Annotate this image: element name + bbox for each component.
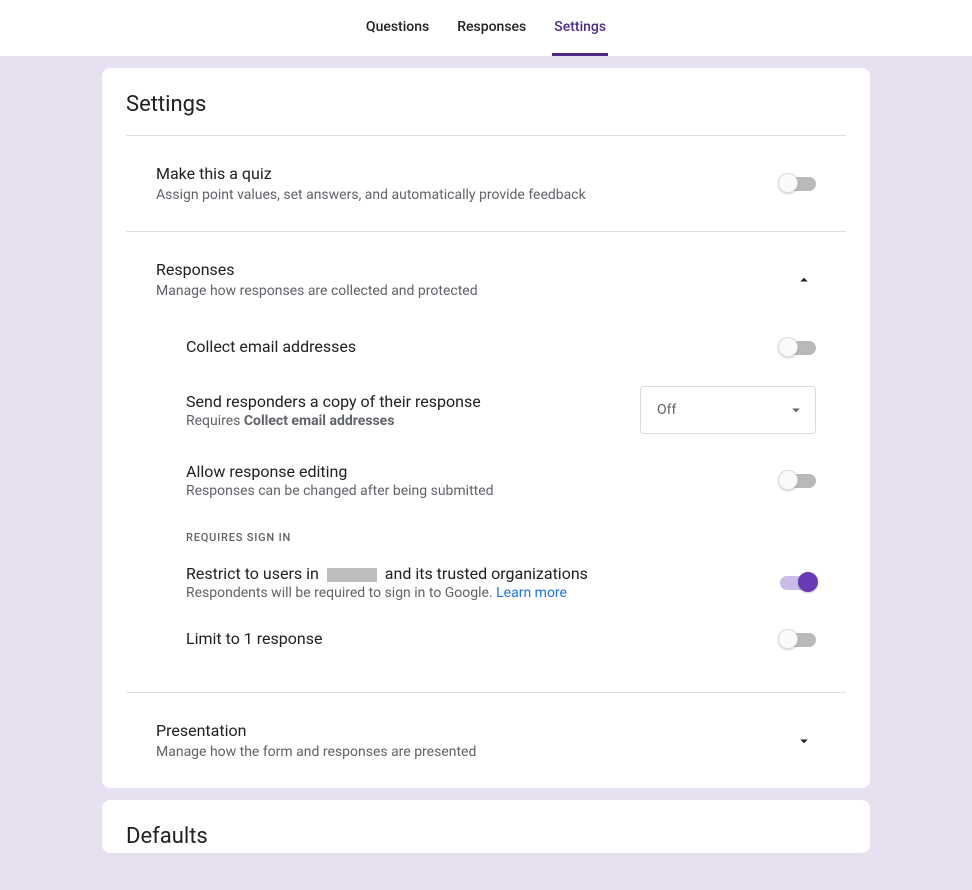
- row-send-copy: Send responders a copy of their response…: [186, 372, 816, 448]
- top-tab-bar: Questions Responses Settings: [0, 0, 972, 56]
- collect-email-toggle[interactable]: [780, 341, 816, 355]
- restrict-title: Restrict to users in and its trusted org…: [186, 564, 764, 583]
- requires-signin-label: REQUIRES SIGN IN: [186, 513, 816, 550]
- section-responses: Responses Manage how responses are colle…: [126, 232, 846, 693]
- row-limit: Limit to 1 response: [186, 615, 816, 664]
- presentation-expand-button[interactable]: [792, 729, 816, 753]
- send-copy-select-value: Off: [657, 402, 676, 418]
- tab-responses[interactable]: Responses: [455, 0, 528, 56]
- presentation-title: Presentation: [156, 721, 476, 740]
- section-quiz: Make this a quiz Assign point values, se…: [126, 136, 846, 232]
- allow-edit-sub: Responses can be changed after being sub…: [186, 483, 764, 499]
- org-redacted: [327, 568, 377, 582]
- collect-email-title: Collect email addresses: [186, 337, 764, 356]
- page-body: Settings Make this a quiz Assign point v…: [0, 56, 972, 890]
- row-allow-edit: Allow response editing Responses can be …: [186, 448, 816, 513]
- send-copy-select[interactable]: Off: [640, 386, 816, 434]
- responses-subtitle: Manage how responses are collected and p…: [156, 283, 478, 299]
- allow-edit-title: Allow response editing: [186, 462, 764, 481]
- learn-more-link[interactable]: Learn more: [496, 585, 567, 601]
- allow-edit-toggle[interactable]: [780, 474, 816, 488]
- responses-title: Responses: [156, 260, 478, 279]
- chevron-up-icon: [795, 271, 813, 289]
- row-collect-email: Collect email addresses: [186, 323, 816, 372]
- settings-card: Settings Make this a quiz Assign point v…: [102, 68, 870, 788]
- dropdown-icon: [787, 401, 805, 419]
- responses-collapse-button[interactable]: [792, 268, 816, 292]
- send-copy-sub: Requires Collect email addresses: [186, 413, 624, 429]
- restrict-sub: Respondents will be required to sign in …: [186, 585, 764, 601]
- row-restrict: Restrict to users in and its trusted org…: [186, 550, 816, 615]
- presentation-subtitle: Manage how the form and responses are pr…: [156, 744, 476, 760]
- defaults-title: Defaults: [126, 824, 846, 849]
- limit-title: Limit to 1 response: [186, 629, 764, 648]
- responses-body: Collect email addresses Send responders …: [126, 299, 846, 664]
- quiz-title: Make this a quiz: [156, 164, 586, 183]
- tab-questions[interactable]: Questions: [364, 0, 431, 56]
- tab-settings[interactable]: Settings: [552, 0, 608, 56]
- chevron-down-icon: [795, 732, 813, 750]
- defaults-card: Defaults: [102, 800, 870, 853]
- limit-toggle[interactable]: [780, 633, 816, 647]
- page-title: Settings: [126, 92, 846, 136]
- send-copy-title: Send responders a copy of their response: [186, 392, 624, 411]
- section-presentation: Presentation Manage how the form and res…: [126, 693, 846, 788]
- quiz-subtitle: Assign point values, set answers, and au…: [156, 187, 586, 203]
- quiz-toggle[interactable]: [780, 177, 816, 191]
- restrict-toggle[interactable]: [780, 576, 816, 590]
